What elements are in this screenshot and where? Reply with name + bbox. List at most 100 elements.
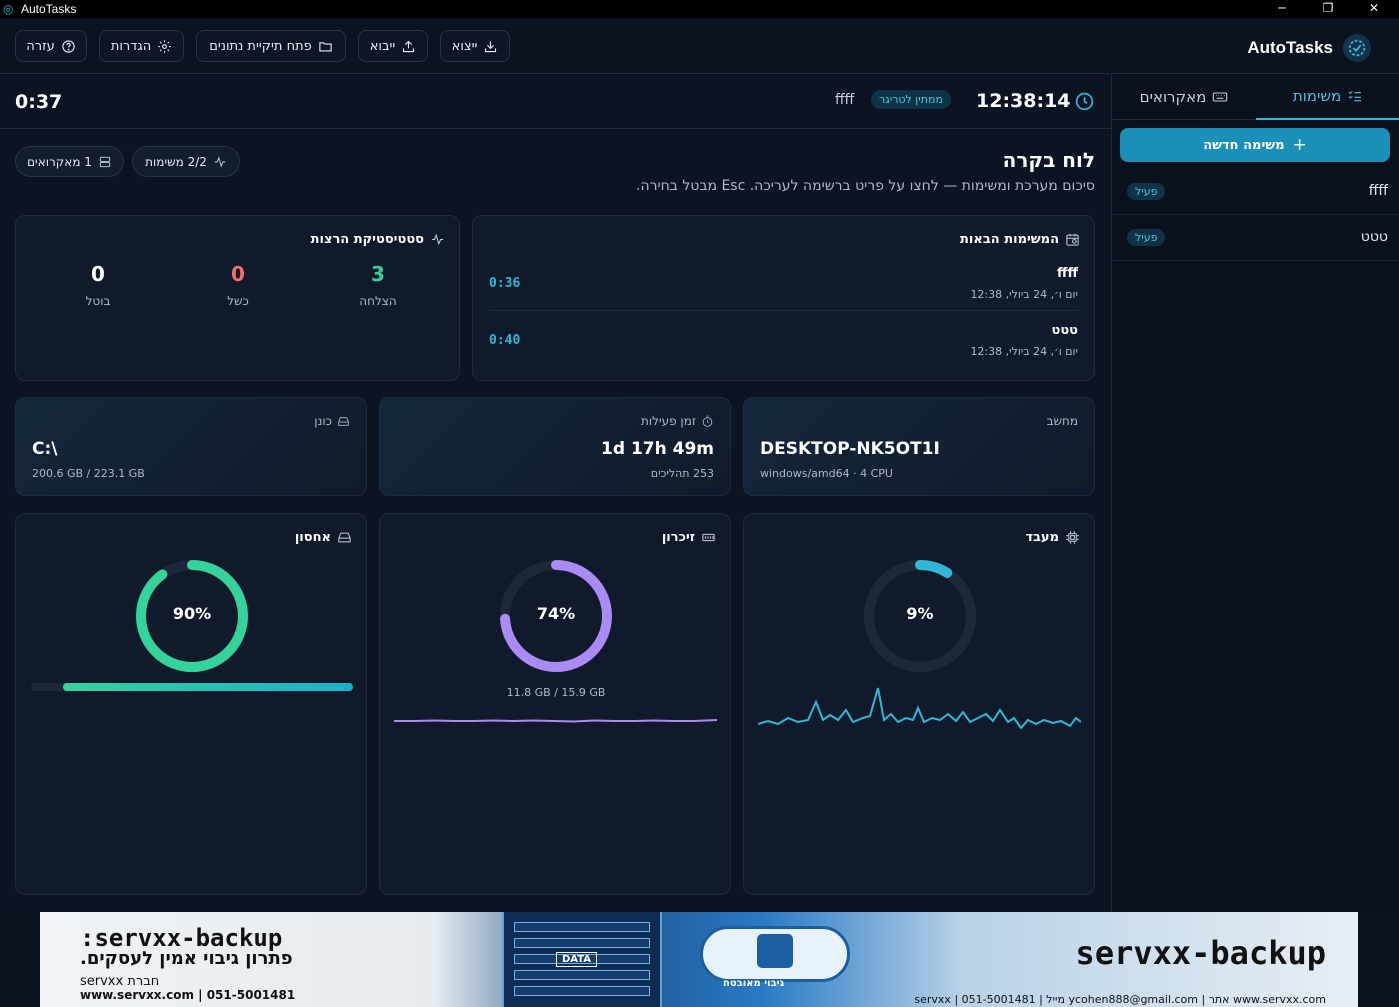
sidebar: משימות מאקרואים + משימה חדשה ffff פעיל ט… <box>1111 74 1399 912</box>
gear-icon <box>158 39 171 53</box>
banner-contact-right: servxx | 051-5001481 | מייל ycohen888@gm… <box>914 993 1326 1006</box>
ad-banner[interactable]: DATA גיבוי מאובטח :servxx-backup פתרון ג… <box>40 912 1358 1007</box>
next-task-name: טטט <box>1051 323 1079 338</box>
cpu-card: מעבד 9% <box>743 513 1095 895</box>
run-stats-header: סטטיסטיקת הרצות <box>311 232 445 247</box>
computer-name: DESKTOP-NK5OT1I <box>760 439 940 459</box>
uptime-card: זמן פעילות 1d 17h 49m 253 תהליכים <box>379 397 731 496</box>
next-task-row[interactable]: טטט יום ו׳, 24 ביולי, 12:38 0:40 <box>489 323 1078 380</box>
settings-button[interactable]: הגדרות <box>99 30 184 62</box>
tab-macros[interactable]: מאקרואים <box>1112 74 1256 120</box>
tab-tasks[interactable]: משימות <box>1256 74 1399 120</box>
drive-value: C:\ <box>32 439 58 459</box>
uptime-header: זמן פעילות <box>641 414 714 428</box>
page-subtitle: סיכום מערכת ומשימות — לחצו על פריט ברשימ… <box>636 178 1095 194</box>
activity-icon <box>431 233 444 246</box>
memory-sparkline <box>394 719 717 723</box>
memory-card: זיכרון 74% 11.8 GB / 15.9 GB <box>379 513 731 895</box>
open-folder-label: פתח תיקיית נתונים <box>209 38 312 54</box>
help-circle-icon <box>62 39 75 53</box>
task-list-item[interactable]: טטט פעיל <box>1112 215 1399 261</box>
stat-cancelled: 0 בוטל <box>68 262 128 308</box>
lock-icon <box>757 934 793 968</box>
next-task-row[interactable]: ffff יום ו׳, 24 ביולי, 12:38 0:36 <box>489 266 1078 323</box>
task-name: טטט <box>1360 229 1388 245</box>
status-header: 0:37 ffff ממתין לטריגר 12:38:14 <box>0 74 1111 129</box>
cpu-chip-icon <box>1066 531 1079 544</box>
banner-secure-label: גיבוי מאובטח <box>723 978 785 989</box>
uptime-label: זמן פעילות <box>640 414 696 428</box>
new-task-label: משימה חדשה <box>1203 137 1285 153</box>
cpu-header: מעבד <box>1025 530 1080 545</box>
next-task-date: יום ו׳, 24 ביולי, 12:38 <box>970 345 1078 358</box>
memory-percent: 74% <box>536 604 576 623</box>
maximize-button[interactable]: ❐ <box>1306 0 1350 18</box>
storage-bar <box>31 683 353 691</box>
drive-card: כונן C:\ 200.6 GB / 223.1 GB <box>15 397 367 496</box>
divider <box>489 310 1078 311</box>
stat-cancelled-value: 0 <box>91 262 105 286</box>
storage-percent: 90% <box>172 604 212 623</box>
settings-label: הגדרות <box>110 38 152 54</box>
import-label: ייבוא <box>369 38 396 54</box>
memory-label: זיכרון <box>661 530 695 545</box>
hard-drive-icon <box>338 532 351 543</box>
upload-icon <box>403 40 415 52</box>
storage-bar-fill <box>63 683 353 691</box>
process-count: 253 תהליכים <box>650 467 714 480</box>
computer-header: מחשב <box>1047 414 1078 428</box>
banner-contact-left: www.servxx.com | 051-5001481 <box>80 988 296 1002</box>
memory-chip-icon <box>702 533 715 542</box>
server-icon <box>99 156 111 167</box>
task-status-badge: פעיל <box>1127 183 1166 200</box>
banner-brand-right: servxx-backup <box>1075 934 1326 972</box>
export-button[interactable]: ייצוא <box>440 30 510 62</box>
brand-name: AutoTasks <box>1247 38 1333 57</box>
next-tasks-title: המשימות הבאות <box>960 232 1059 247</box>
open-data-folder-button[interactable]: פתח תיקיית נתונים <box>196 30 346 62</box>
drive-usage: 200.6 GB / 223.1 GB <box>32 467 145 480</box>
banner-tagline: פתרון גיבוי אמין לעסקים. <box>80 948 293 969</box>
stat-success-value: 3 <box>371 262 385 286</box>
hard-drive-icon <box>338 416 349 426</box>
run-stats-title: סטטיסטיקת הרצות <box>310 232 424 247</box>
window-titlebar: ◎ AutoTasks ─ ❐ ✕ <box>0 0 1399 18</box>
current-time: 12:38:14 <box>976 90 1071 112</box>
next-task-name: ffff <box>1056 266 1078 281</box>
drive-label: כונן <box>314 414 332 428</box>
keyboard-icon <box>1213 91 1228 102</box>
storage-label: אחסון <box>294 530 331 545</box>
stat-failed: 0 כשל <box>208 262 268 308</box>
list-check-icon <box>1348 90 1362 102</box>
macros-count-pill[interactable]: 1 מאקרואים <box>15 146 124 177</box>
help-button[interactable]: עזרה <box>15 30 87 62</box>
task-list-item[interactable]: ffff פעיל <box>1112 169 1399 215</box>
calendar-clock-icon <box>1066 233 1079 246</box>
brand: AutoTasks <box>1247 34 1371 62</box>
cpu-sparkline <box>758 687 1081 730</box>
next-tasks-header: המשימות הבאות <box>960 232 1080 247</box>
computer-card: מחשב DESKTOP-NK5OT1I windows/amd64 · 4 C… <box>743 397 1095 496</box>
macros-count-label: 1 מאקרואים <box>27 154 92 169</box>
tasks-count-pill[interactable]: 2/2 משימות <box>132 146 240 177</box>
stat-failed-value: 0 <box>231 262 245 286</box>
computer-platform: windows/amd64 · 4 CPU <box>760 467 893 480</box>
tasks-count-label: 2/2 משימות <box>145 154 207 169</box>
next-tasks-card: המשימות הבאות ffff יום ו׳, 24 ביולי, 12:… <box>472 215 1095 381</box>
new-task-button[interactable]: + משימה חדשה <box>1120 128 1390 162</box>
task-status-badge: פעיל <box>1127 229 1166 246</box>
autotasks-logo-icon <box>1343 34 1371 62</box>
minimize-button[interactable]: ─ <box>1260 0 1304 18</box>
next-task-countdown: 0:40 <box>489 333 521 348</box>
close-button[interactable]: ✕ <box>1352 0 1396 18</box>
window-title: AutoTasks <box>21 2 77 16</box>
import-button[interactable]: ייבוא <box>358 30 428 62</box>
download-icon <box>485 41 497 52</box>
page-title: לוח בקרה <box>1002 148 1095 172</box>
app-icon: ◎ <box>3 2 14 16</box>
stat-failed-label: כשל <box>227 294 249 308</box>
task-name: ffff <box>1368 183 1388 199</box>
memory-header: זיכרון <box>662 530 716 545</box>
computer-label: מחשב <box>1046 414 1078 428</box>
export-label: ייצוא <box>451 38 478 54</box>
